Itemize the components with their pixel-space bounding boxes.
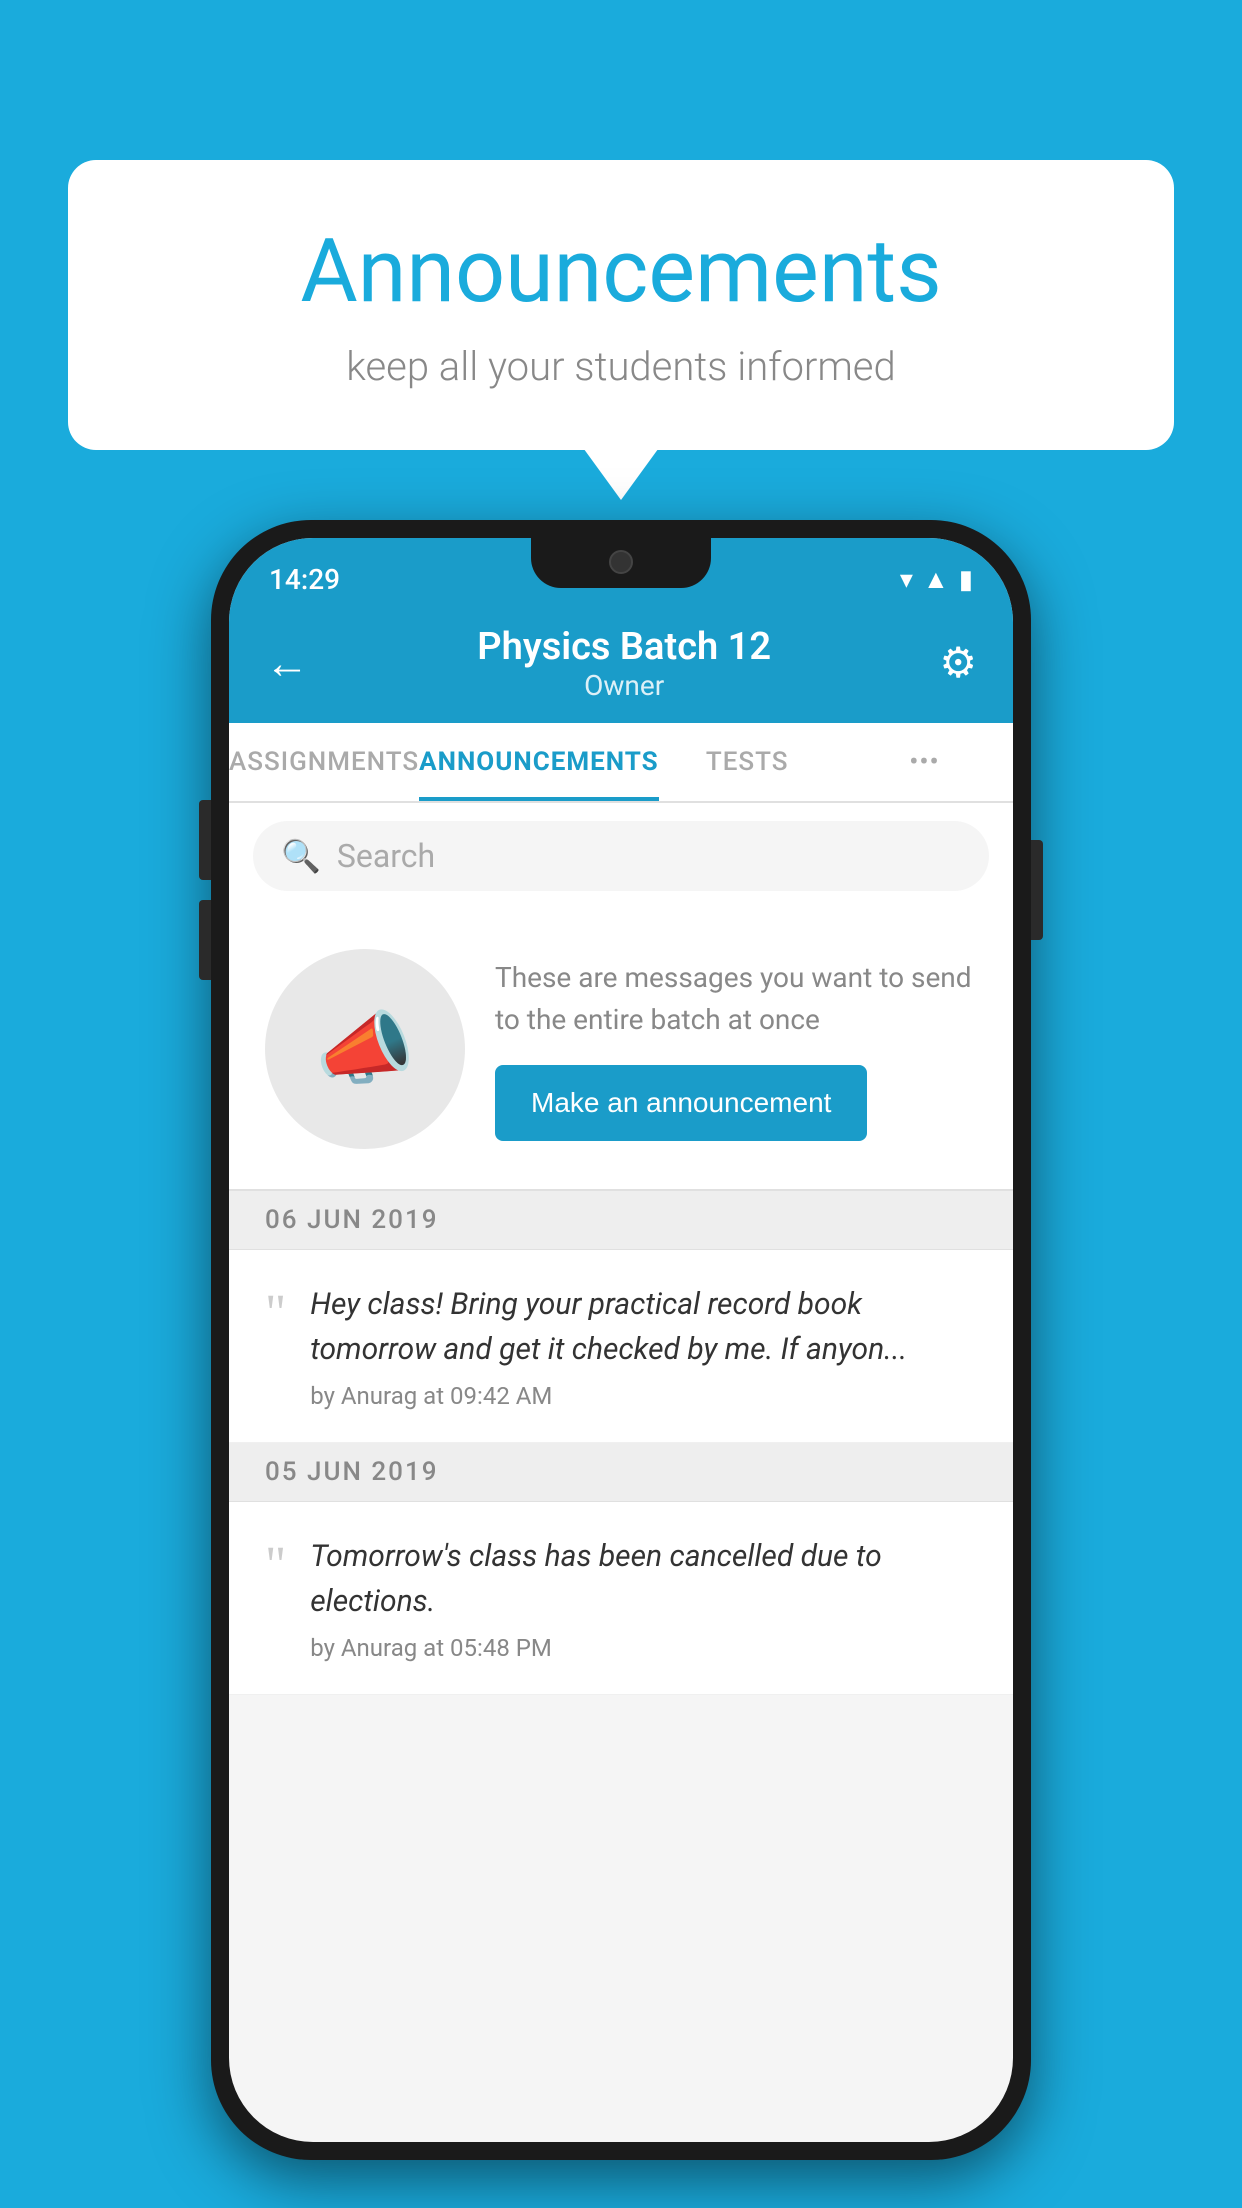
quote-icon-1: " [265,1288,286,1340]
search-icon: 🔍 [281,837,321,875]
announcement-meta-2: by Anurag at 05:48 PM [310,1634,977,1662]
megaphone-icon: 📣 [315,1002,415,1096]
tabs-bar: ASSIGNMENTS ANNOUNCEMENTS TESTS ••• [229,723,1013,803]
settings-icon[interactable]: ⚙ [939,638,977,688]
announcement-text-2: Tomorrow's class has been cancelled due … [310,1534,977,1624]
tab-assignments[interactable]: ASSIGNMENTS [229,723,419,801]
phone-outer: 14:29 ▾ ▲ ▮ ← Physics Batch 12 Owner ⚙ [211,520,1031,2160]
announcement-meta-1: by Anurag at 09:42 AM [310,1382,977,1410]
empty-state-section: 📣 These are messages you want to send to… [229,909,1013,1191]
tab-announcements[interactable]: ANNOUNCEMENTS [419,723,658,801]
tab-more[interactable]: ••• [836,723,1013,801]
tab-tests[interactable]: TESTS [659,723,836,801]
empty-state-content: These are messages you want to send to t… [495,957,977,1141]
speech-bubble-subtitle: keep all your students informed [108,343,1134,390]
date-divider-2: 05 JUN 2019 [229,1443,1013,1502]
date-divider-1: 06 JUN 2019 [229,1191,1013,1250]
phone-camera [609,550,633,574]
back-button[interactable]: ← [265,637,309,689]
announcement-text-1: Hey class! Bring your practical record b… [310,1282,977,1372]
signal-icon: ▲ [923,564,949,595]
speech-bubble-container: Announcements keep all your students inf… [68,160,1174,450]
announcement-content-1: Hey class! Bring your practical record b… [310,1282,977,1410]
wifi-icon: ▾ [900,565,913,595]
header-title: Physics Batch 12 [477,625,771,669]
search-container: 🔍 Search [229,803,1013,909]
status-time: 14:29 [269,563,340,596]
speech-bubble-title: Announcements [108,220,1134,323]
search-placeholder: Search [337,837,435,875]
announcement-content-2: Tomorrow's class has been cancelled due … [310,1534,977,1662]
phone-mockup: 14:29 ▾ ▲ ▮ ← Physics Batch 12 Owner ⚙ [211,520,1031,2160]
quote-icon-2: " [265,1540,286,1592]
status-icons: ▾ ▲ ▮ [900,564,973,595]
header-subtitle: Owner [477,669,771,702]
volume-down-button [199,900,211,980]
announcement-item-2[interactable]: " Tomorrow's class has been cancelled du… [229,1502,1013,1695]
phone-screen: 14:29 ▾ ▲ ▮ ← Physics Batch 12 Owner ⚙ [229,538,1013,2142]
volume-up-button [199,800,211,880]
header-center: Physics Batch 12 Owner [477,625,771,702]
megaphone-circle: 📣 [265,949,465,1149]
announcement-item-1[interactable]: " Hey class! Bring your practical record… [229,1250,1013,1443]
power-button [1031,840,1043,940]
speech-bubble: Announcements keep all your students inf… [68,160,1174,450]
app-header: ← Physics Batch 12 Owner ⚙ [229,603,1013,723]
battery-icon: ▮ [959,565,973,595]
phone-notch [531,538,711,588]
make-announcement-button[interactable]: Make an announcement [495,1065,867,1141]
empty-state-description: These are messages you want to send to t… [495,957,977,1041]
search-bar[interactable]: 🔍 Search [253,821,989,891]
